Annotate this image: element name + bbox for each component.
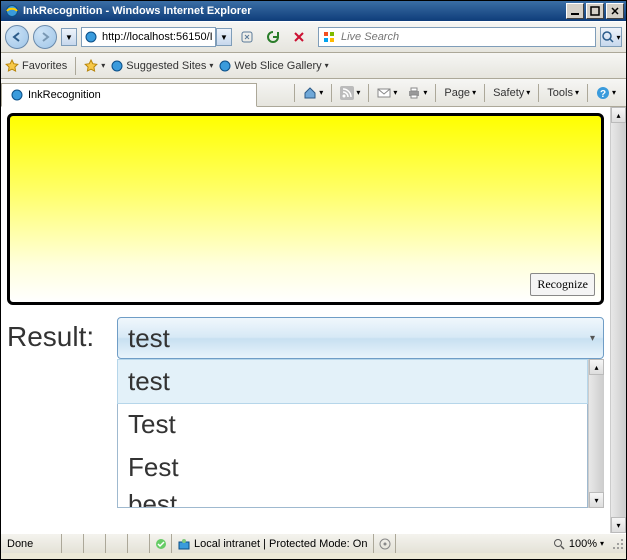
- web-slice-label: Web Slice Gallery: [234, 60, 321, 72]
- compat-view-button[interactable]: [236, 27, 258, 47]
- zoom-control[interactable]: 100% ▾: [395, 534, 610, 553]
- suggested-sites-link[interactable]: Suggested Sites ▾: [111, 60, 213, 72]
- home-icon: [303, 86, 317, 100]
- result-combobox[interactable]: test ▾: [117, 317, 604, 359]
- window-titlebar: InkRecognition - Windows Internet Explor…: [1, 1, 626, 21]
- ie-icon: [10, 88, 24, 102]
- recognize-button[interactable]: Recognize: [530, 273, 595, 296]
- status-zone[interactable]: Local intranet | Protected Mode: On: [171, 534, 373, 553]
- chevron-down-icon: ▾: [209, 61, 213, 70]
- popup-blocker-icon[interactable]: [149, 534, 171, 553]
- bing-icon: [319, 30, 339, 44]
- safety-label: Safety: [493, 87, 524, 99]
- combo-option[interactable]: Test: [118, 403, 587, 446]
- minimize-button[interactable]: [566, 3, 584, 19]
- status-cell: [83, 534, 105, 553]
- zone-label: Local intranet | Protected Mode: On: [194, 538, 367, 550]
- ie-icon: [5, 4, 19, 18]
- zoom-icon: [553, 538, 565, 550]
- search-input[interactable]: [339, 31, 595, 43]
- chevron-down-icon: ▾: [616, 33, 620, 42]
- chevron-down-icon: ▾: [325, 61, 329, 70]
- combo-option[interactable]: best: [118, 489, 587, 507]
- search-go-button[interactable]: ▾: [600, 27, 622, 47]
- chevron-down-icon: ▾: [101, 61, 105, 70]
- add-favorite-button[interactable]: ▾: [84, 59, 105, 73]
- chevron-down-icon: ▾: [600, 539, 604, 548]
- page-label: Page: [444, 87, 470, 99]
- page-icon: [82, 30, 100, 44]
- web-slice-link[interactable]: Web Slice Gallery ▾: [219, 60, 328, 72]
- ie-icon: [219, 60, 231, 72]
- nav-toolbar: ▼ ▼ ▾: [1, 21, 626, 53]
- favorites-button[interactable]: Favorites: [5, 59, 67, 73]
- status-text: Done: [1, 534, 61, 553]
- rss-icon: [340, 86, 354, 100]
- scroll-up-button[interactable]: ▴: [611, 107, 626, 123]
- combo-option[interactable]: test: [117, 359, 588, 404]
- scroll-down-button[interactable]: ▾: [611, 517, 626, 533]
- star-icon: [5, 59, 19, 73]
- safety-menu[interactable]: Safety▾: [489, 85, 534, 101]
- result-dropdown-list: test Test Fest best: [117, 359, 588, 508]
- result-label: Result:: [7, 317, 111, 353]
- star-add-icon: [84, 59, 98, 73]
- combo-option[interactable]: Fest: [118, 446, 587, 489]
- nav-history-dropdown[interactable]: ▼: [61, 28, 77, 46]
- scroll-down-button[interactable]: ▾: [589, 492, 604, 508]
- print-button[interactable]: ▾: [403, 84, 431, 102]
- mail-button[interactable]: ▾: [373, 85, 401, 101]
- help-icon: ?: [596, 86, 610, 100]
- window-title: InkRecognition - Windows Internet Explor…: [23, 5, 566, 17]
- zoom-value: 100%: [569, 538, 597, 550]
- tools-label: Tools: [547, 87, 573, 99]
- tools-menu[interactable]: Tools▾: [543, 85, 583, 101]
- zone-config-button[interactable]: [373, 534, 395, 553]
- stop-button[interactable]: [288, 27, 310, 47]
- page-menu[interactable]: Page▾: [440, 85, 480, 101]
- result-selected-value: test: [128, 323, 170, 354]
- address-input[interactable]: [100, 31, 215, 43]
- scroll-thumb[interactable]: [611, 123, 626, 517]
- help-button[interactable]: ?▾: [592, 84, 620, 102]
- forward-button[interactable]: [33, 25, 57, 49]
- scroll-up-button[interactable]: ▴: [589, 359, 604, 375]
- dropdown-scrollbar[interactable]: ▴ ▾: [588, 359, 604, 508]
- content-area: Recognize Result: test ▾ test Test Fest …: [1, 107, 626, 533]
- address-bar[interactable]: [81, 27, 216, 47]
- maximize-button[interactable]: [586, 3, 604, 19]
- close-button[interactable]: [606, 3, 624, 19]
- refresh-button[interactable]: [262, 27, 284, 47]
- zone-icon: [178, 538, 190, 550]
- search-bar[interactable]: [318, 27, 596, 47]
- resize-grip[interactable]: [610, 536, 626, 552]
- mail-icon: [377, 87, 391, 99]
- favorites-label: Favorites: [22, 60, 67, 72]
- scroll-thumb[interactable]: [589, 375, 604, 492]
- status-cell: [61, 534, 83, 553]
- chevron-down-icon: ▾: [590, 333, 595, 344]
- home-button[interactable]: ▾: [299, 84, 327, 102]
- ie-icon: [111, 60, 123, 72]
- feeds-button[interactable]: ▾: [336, 84, 364, 102]
- browser-tab[interactable]: InkRecognition: [1, 83, 257, 107]
- page-scrollbar[interactable]: ▴ ▾: [610, 107, 626, 533]
- status-cell: [127, 534, 149, 553]
- separator: [75, 57, 76, 75]
- status-bar: Done Local intranet | Protected Mode: On…: [1, 533, 626, 553]
- tab-title: InkRecognition: [28, 89, 101, 101]
- suggested-sites-label: Suggested Sites: [126, 60, 206, 72]
- command-bar: InkRecognition ▾ ▾ ▾ ▾ Page▾ Safety▾ Too…: [1, 79, 626, 107]
- address-dropdown[interactable]: ▼: [216, 28, 232, 46]
- status-cell: [105, 534, 127, 553]
- svg-text:?: ?: [600, 89, 606, 100]
- back-button[interactable]: [5, 25, 29, 49]
- print-icon: [407, 86, 421, 100]
- ink-canvas[interactable]: Recognize: [7, 113, 604, 305]
- favorites-bar: Favorites ▾ Suggested Sites ▾ Web Slice …: [1, 53, 626, 79]
